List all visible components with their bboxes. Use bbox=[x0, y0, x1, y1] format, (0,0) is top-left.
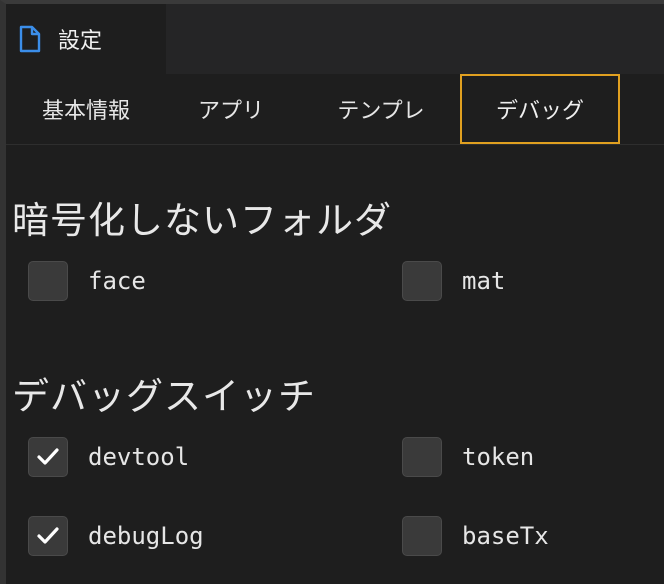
tab-label: 基本情報 bbox=[41, 99, 130, 124]
window-title: 設定 bbox=[58, 29, 103, 54]
tab-app[interactable]: アプリ bbox=[166, 74, 296, 144]
checkmark-icon bbox=[37, 448, 59, 465]
tab-label: テンプレ bbox=[337, 99, 425, 124]
token-label: token bbox=[462, 443, 535, 471]
section-title-no-encrypt-folders: 暗号化しないフォルダ bbox=[12, 199, 392, 242]
checkbox-row-debuglog[interactable]: debugLog bbox=[28, 516, 204, 556]
checkbox-row-mat[interactable]: mat bbox=[402, 261, 505, 301]
face-checkbox[interactable] bbox=[28, 261, 68, 301]
title-bar: 設定 bbox=[6, 4, 664, 74]
checkbox-row-basetx[interactable]: baseTx bbox=[402, 516, 549, 556]
debuglog-label: debugLog bbox=[88, 522, 204, 550]
tab-basic-info[interactable]: 基本情報 bbox=[6, 74, 166, 144]
file-icon bbox=[18, 25, 42, 53]
mat-label: mat bbox=[462, 267, 506, 295]
tab-debug[interactable]: デバッグ bbox=[460, 74, 620, 144]
settings-window: 設定 基本情報 アプリ テンプレ デバッグ 暗号化しないフォルダ face ma… bbox=[0, 0, 664, 584]
debuglog-checkbox[interactable] bbox=[28, 516, 68, 556]
checkbox-row-token[interactable]: token bbox=[402, 437, 534, 477]
section-title-debug-switch: デバッグスイッチ bbox=[12, 375, 316, 418]
checkbox-row-devtool[interactable]: devtool bbox=[28, 437, 189, 477]
checkmark-icon bbox=[37, 527, 59, 544]
token-checkbox[interactable] bbox=[402, 437, 442, 477]
basetx-label: baseTx bbox=[462, 522, 549, 550]
checkbox-row-face[interactable]: face bbox=[28, 261, 146, 301]
tab-label: デバッグ bbox=[495, 99, 584, 124]
face-label: face bbox=[88, 267, 146, 295]
settings-tabs: 基本情報 アプリ テンプレ デバッグ bbox=[6, 74, 664, 145]
basetx-checkbox[interactable] bbox=[402, 516, 442, 556]
devtool-label: devtool bbox=[88, 443, 190, 471]
title-tab[interactable]: 設定 bbox=[6, 4, 166, 74]
tab-template[interactable]: テンプレ bbox=[306, 74, 456, 144]
mat-checkbox[interactable] bbox=[402, 261, 442, 301]
tab-label: アプリ bbox=[197, 99, 264, 124]
devtool-checkbox[interactable] bbox=[28, 437, 68, 477]
